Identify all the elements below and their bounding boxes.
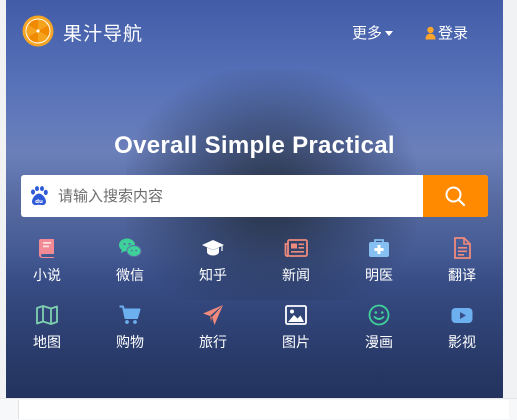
- orange-slice-logo[interactable]: [22, 15, 54, 47]
- user-icon: [425, 26, 436, 40]
- shortcut-label: 明医: [365, 268, 393, 284]
- shortcut-news[interactable]: 新闻: [266, 236, 326, 285]
- shortcut-label: 购物: [116, 335, 144, 351]
- newspaper-icon: [284, 239, 308, 257]
- cart-icon: [119, 305, 141, 324]
- shortcut-label: 图片: [282, 335, 310, 351]
- top-header: 果汁导航 更多 登录: [6, 0, 503, 62]
- smile-icon: [368, 304, 390, 326]
- shortcut-label: 知乎: [199, 268, 227, 284]
- medical-kit-icon: [369, 239, 389, 257]
- right-gutter: [503, 0, 517, 419]
- shortcut-images[interactable]: 图片: [266, 303, 326, 352]
- shortcut-zhihu[interactable]: 知乎: [183, 236, 243, 285]
- graduation-cap-icon: [202, 240, 224, 256]
- book-icon: [39, 239, 54, 258]
- more-label: 更多: [352, 24, 383, 42]
- shortcut-label: 小说: [33, 268, 61, 284]
- shortcut-video[interactable]: 影视: [432, 303, 492, 352]
- shortcut-map[interactable]: 地图: [17, 303, 77, 352]
- shortcut-label: 旅行: [199, 335, 227, 351]
- site-name[interactable]: 果汁导航: [63, 19, 143, 46]
- login-label: 登录: [438, 24, 469, 42]
- hero-slogan: Overall Simple Practical: [114, 132, 395, 159]
- shortcut-label: 新闻: [282, 268, 310, 284]
- search-button[interactable]: [423, 175, 488, 217]
- play-icon: [451, 308, 473, 323]
- document-icon: [454, 237, 471, 259]
- svg-text:du: du: [35, 199, 43, 205]
- search-bar: du: [21, 175, 488, 217]
- image-icon: [285, 305, 307, 325]
- map-icon: [36, 305, 58, 325]
- login-button[interactable]: 登录: [425, 22, 468, 43]
- shortcut-travel[interactable]: 旅行: [183, 303, 243, 352]
- wechat-icon: [119, 238, 142, 257]
- shortcut-novel[interactable]: 小说: [17, 236, 77, 285]
- shortcut-comics[interactable]: 漫画: [349, 303, 409, 352]
- paper-plane-icon: [203, 305, 223, 325]
- shortcut-translate[interactable]: 翻译: [432, 236, 492, 285]
- shortcut-wechat[interactable]: 微信: [100, 236, 160, 285]
- shortcut-label: 地图: [33, 335, 61, 351]
- search-icon: [445, 186, 466, 207]
- chevron-down-icon: [385, 31, 394, 36]
- shortcut-medical[interactable]: 明医: [349, 236, 409, 285]
- baidu-paw-icon[interactable]: du: [28, 185, 50, 207]
- shortcut-shopping[interactable]: 购物: [100, 303, 160, 352]
- content-start-panel: [18, 400, 509, 419]
- shortcut-label: 翻译: [448, 268, 476, 284]
- more-menu-button[interactable]: 更多: [352, 22, 394, 43]
- shortcut-label: 影视: [448, 335, 476, 351]
- shortcut-label: 漫画: [365, 335, 393, 351]
- shortcut-label: 微信: [116, 268, 144, 284]
- search-input[interactable]: [58, 175, 418, 217]
